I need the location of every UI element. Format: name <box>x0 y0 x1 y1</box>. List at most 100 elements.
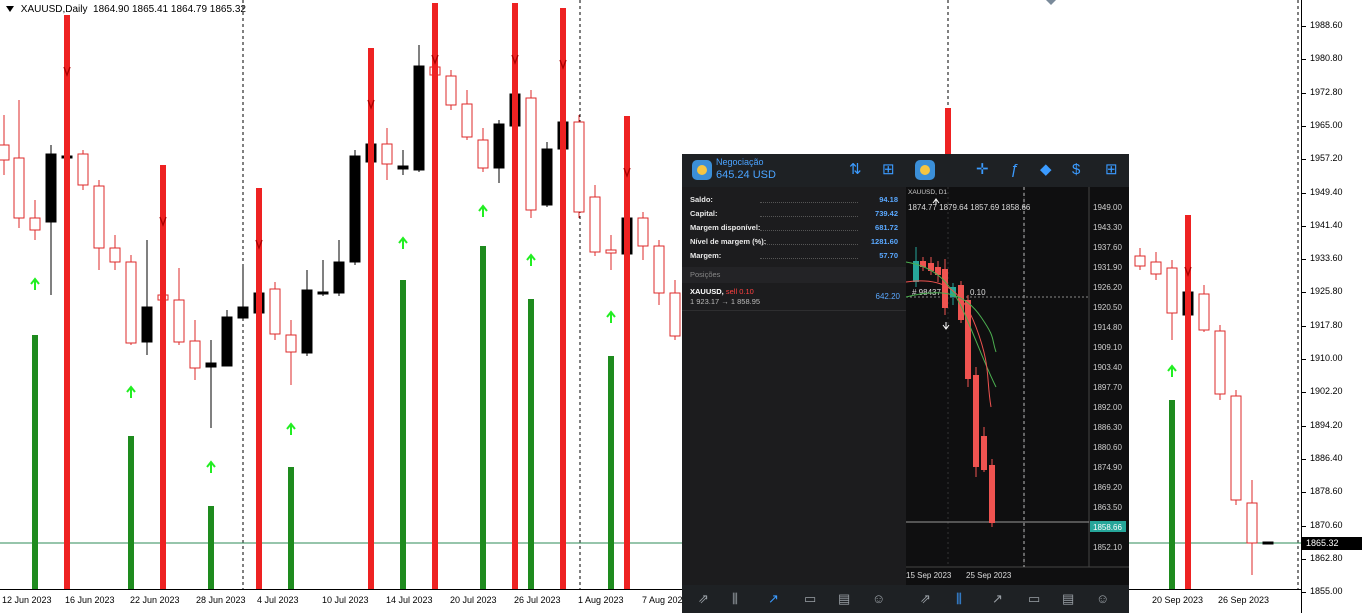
mini-chart[interactable]: # 98437 0.10 1949.00 1943.30 1937.60 1931.90 1… <box>906 187 1129 585</box>
history-icon[interactable]: ▭ <box>1028 591 1040 607</box>
sell-signal-bar <box>560 8 566 589</box>
sell-signal-bar <box>160 165 166 589</box>
candle-body <box>29 217 41 231</box>
time-tick: 20 Jul 2023 <box>450 595 497 605</box>
candle-body <box>541 148 553 206</box>
buy-signal-bar <box>32 335 38 589</box>
candle-body <box>397 165 409 170</box>
price-tick: 1886.40 <box>1310 452 1343 463</box>
candle-body <box>637 217 649 247</box>
candle-body <box>413 65 425 171</box>
chart-icon[interactable]: ⫼ <box>732 591 738 607</box>
news-icon[interactable]: ▤ <box>838 591 850 607</box>
history-icon[interactable]: ▭ <box>804 591 816 607</box>
quotes-icon[interactable]: ⇗ <box>698 591 709 607</box>
trade-icon[interactable]: ↗ <box>992 591 1003 607</box>
mini-candle-body <box>981 436 987 470</box>
candle-body <box>493 123 505 169</box>
candle-body <box>349 155 361 263</box>
symbols-icon[interactable]: $ <box>1072 161 1080 179</box>
mobile-bottom-bar: ⇗ ⫼ ↗ ▭ ▤ ☺ ⇗ ⫼ ↗ ▭ ▤ ☺ <box>682 585 1129 613</box>
objects-icon[interactable]: ◆ <box>1040 161 1052 179</box>
news-icon[interactable]: ▤ <box>1062 591 1074 607</box>
time-tick: 28 Jun 2023 <box>196 595 246 605</box>
new-order-icon[interactable]: ⊞ <box>1105 161 1118 179</box>
candle-body <box>1214 330 1226 395</box>
mobile-header: Negociação 645.24 USD ⇅ ⊞ ✛ ƒ ◆ $ ⊞ <box>682 154 1129 187</box>
candle-body <box>1262 541 1274 545</box>
mini-price-tick: 1863.50 <box>1093 503 1122 512</box>
mini-price-tick: 1937.60 <box>1093 243 1122 252</box>
price-tick: 1972.80 <box>1310 86 1343 97</box>
symbol-menu-icon[interactable] <box>6 6 14 13</box>
sort-icon[interactable]: ⇅ <box>849 161 862 179</box>
mini-price-tick: 1880.60 <box>1093 443 1122 452</box>
buy-arrow-icon <box>1167 364 1177 377</box>
chart-icon[interactable]: ⫼ <box>956 591 962 607</box>
price-tick: 1878.60 <box>1310 486 1343 497</box>
candle-body <box>77 153 89 186</box>
candle-body <box>333 261 345 294</box>
buy-arrow-icon <box>206 460 216 473</box>
position-row[interactable]: XAUUSD, sell 0.10 1 923.17 → 1 858.95 64… <box>682 284 906 311</box>
sell-signal-bar <box>432 3 438 589</box>
candle-body <box>205 362 217 368</box>
new-order-icon[interactable]: ⊞ <box>882 161 895 179</box>
time-tick: 14 Jul 2023 <box>386 595 433 605</box>
mini-price-tick: 1931.90 <box>1093 263 1122 272</box>
mobile-balance: 645.24 USD <box>716 169 776 181</box>
price-tick: 1949.40 <box>1310 186 1343 197</box>
app-logo-icon[interactable] <box>915 160 935 180</box>
candle-body <box>285 334 297 353</box>
candle-body <box>13 157 25 219</box>
mini-time-tick: 25 Sep 2023 <box>966 571 1012 580</box>
candle-body <box>1134 255 1146 267</box>
mini-price-tick: 1909.10 <box>1093 343 1122 352</box>
sell-signal-bar <box>512 3 518 589</box>
quotes-icon[interactable]: ⇗ <box>920 591 931 607</box>
price-tick: 1894.20 <box>1310 419 1343 430</box>
current-price-label: 1865.32 <box>1302 537 1362 550</box>
indicators-icon[interactable]: ƒ <box>1010 161 1018 179</box>
positions-header: Posições <box>682 267 906 283</box>
mobile-app-screenshot: Negociação 645.24 USD ⇅ ⊞ ✛ ƒ ◆ $ ⊞ Sald… <box>682 154 1129 613</box>
candle-body <box>1246 502 1258 544</box>
candle-body <box>461 103 473 138</box>
buy-signal-bar <box>208 506 214 589</box>
sell-signal-bar <box>624 116 630 589</box>
mini-candle-body <box>965 300 971 379</box>
mini-price-tick: 1897.70 <box>1093 383 1122 392</box>
chat-icon[interactable]: ☺ <box>872 591 885 607</box>
app-logo-icon[interactable] <box>692 160 712 180</box>
mini-order-volume: 0.10 <box>970 288 986 297</box>
price-axis[interactable]: 1988.60 1980.80 1972.80 1965.00 1957.20 1949.… <box>1301 0 1364 613</box>
mini-candle-body <box>942 269 948 308</box>
price-tick: 1917.80 <box>1310 319 1343 330</box>
mini-price-tick: 1903.40 <box>1093 363 1122 372</box>
price-tick: 1933.60 <box>1310 253 1343 264</box>
mini-ma-line <box>906 292 997 353</box>
buy-arrow-icon <box>526 253 536 266</box>
mini-price-tick: 1943.30 <box>1093 223 1122 232</box>
time-tick: 20 Sep 2023 <box>1152 595 1204 605</box>
candle-body <box>525 97 537 211</box>
mini-price-tick: 1914.80 <box>1093 323 1122 332</box>
mini-price-tick: 1892.00 <box>1093 403 1122 412</box>
mini-price-tick: 1869.20 <box>1093 483 1122 492</box>
candle-body <box>221 316 233 367</box>
price-tick: 1910.00 <box>1310 353 1343 363</box>
candle-body <box>1198 293 1210 331</box>
chat-icon[interactable]: ☺ <box>1096 591 1109 607</box>
buy-signal-bar <box>288 467 294 589</box>
account-panel: Saldo: 94.18 Capital: 739.42 Margem dispon… <box>682 187 906 585</box>
price-tick: 1965.00 <box>1310 119 1343 130</box>
price-tick: 1925.80 <box>1310 286 1343 297</box>
buy-signal-bar <box>400 280 406 589</box>
candle-body <box>589 196 601 253</box>
mini-price-tick: 1949.00 <box>1093 203 1122 212</box>
trade-icon[interactable]: ↗ <box>768 591 779 607</box>
time-tick: 10 Jul 2023 <box>322 595 369 605</box>
crosshair-icon[interactable]: ✛ <box>976 161 989 179</box>
price-tick: 1941.40 <box>1310 219 1343 230</box>
chart-ohlc: 1864.90 1865.41 1864.79 1865.32 <box>93 4 246 15</box>
